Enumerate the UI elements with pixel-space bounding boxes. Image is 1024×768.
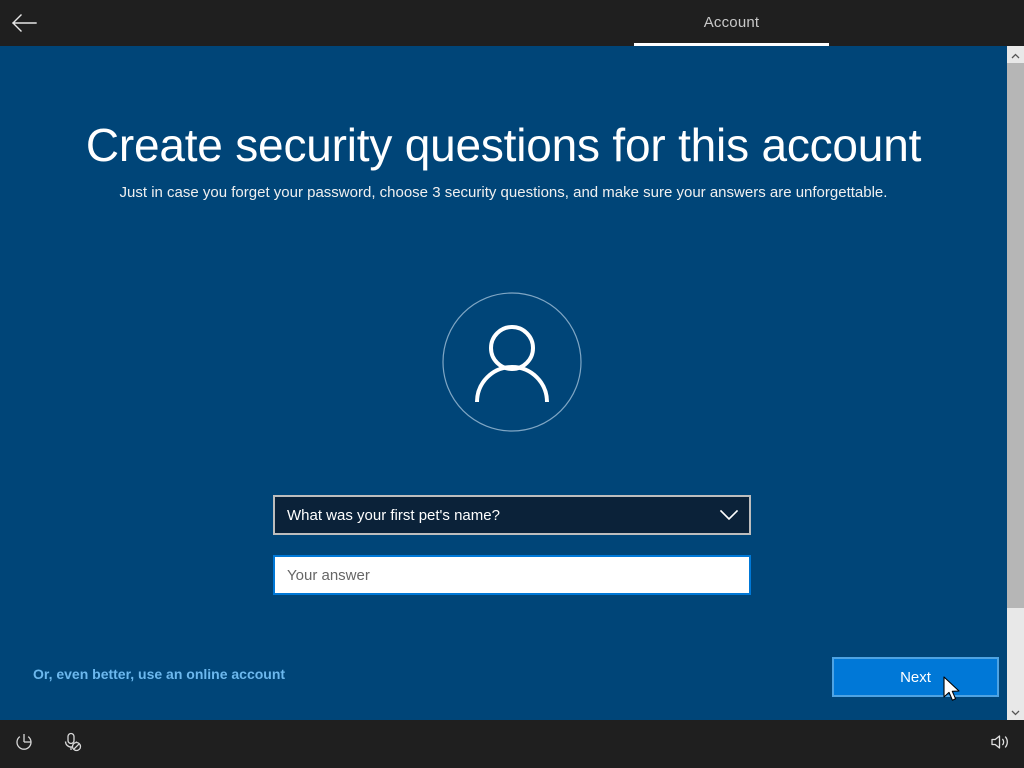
bottom-bar [0,720,1024,768]
user-avatar-icon [442,292,582,432]
volume-icon [989,732,1011,757]
main-content: Create security questions for this accou… [0,46,1007,720]
answer-input[interactable] [275,557,749,593]
power-button[interactable] [10,730,38,758]
tab-strip: Account [0,0,1024,46]
title-bar: Account [0,0,1024,46]
security-question-selected-value: What was your first pet's name? [275,507,709,524]
narrator-button[interactable] [58,730,86,758]
page-title: Create security questions for this accou… [0,118,1007,172]
chevron-up-icon [1011,46,1020,64]
power-icon [14,732,34,757]
scrollbar-track[interactable] [1007,608,1024,703]
narrator-muted-icon [61,731,83,758]
answer-field-wrapper[interactable] [273,555,751,595]
user-avatar [442,292,582,432]
scroll-down-button[interactable] [1007,703,1024,720]
chevron-down-icon[interactable] [709,497,749,533]
volume-button[interactable] [986,730,1014,758]
security-question-select[interactable]: What was your first pet's name? [273,495,751,535]
tab-account-label: Account [704,15,760,32]
oobe-screen: Account Create security questions for th… [0,0,1024,768]
chevron-down-icon [1011,703,1020,721]
scrollbar-thumb[interactable] [1007,63,1024,608]
use-online-account-link[interactable]: Or, even better, use an online account [33,666,285,682]
next-button[interactable]: Next [832,657,999,697]
scroll-up-button[interactable] [1007,46,1024,63]
vertical-scrollbar[interactable] [1007,46,1024,720]
tab-account[interactable]: Account [634,0,829,46]
page-subtitle: Just in case you forget your password, c… [0,184,1007,201]
